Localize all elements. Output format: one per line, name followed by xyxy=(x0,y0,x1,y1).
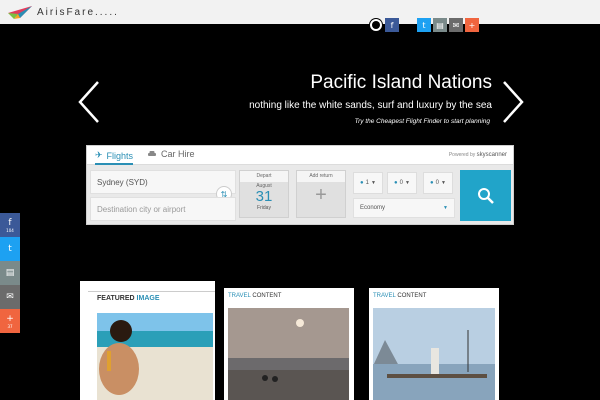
top-social-icons: f t ▤ ✉ + xyxy=(369,18,479,32)
facebook-share-count: 104 xyxy=(6,227,14,233)
origin-field[interactable]: Sydney (SYD) xyxy=(90,170,236,194)
depart-date-picker[interactable]: Depart August 31 Friday xyxy=(239,170,289,218)
adult-icon: ● xyxy=(360,180,364,186)
plus-icon: + xyxy=(315,184,327,206)
tab-flights[interactable]: ✈ Flights xyxy=(95,149,134,165)
tab-car-hire-label: Car Hire xyxy=(161,149,195,159)
add-return-button[interactable]: Add return + xyxy=(296,170,346,218)
adults-count: 1 xyxy=(365,180,369,186)
search-button[interactable] xyxy=(460,170,511,221)
facebook-icon[interactable]: f xyxy=(385,18,399,32)
cabin-class-select[interactable]: Economy ▼ xyxy=(353,198,455,218)
top-bar: AirisFare..... xyxy=(0,0,600,24)
depart-day: 31 xyxy=(255,188,273,205)
powered-by: Powered by skyscanner xyxy=(449,152,507,158)
chevron-down-icon: ▼ xyxy=(441,180,446,186)
image-label: IMAGE xyxy=(136,295,160,302)
travel-content-card-1[interactable]: TRAVEL CONTENT xyxy=(224,288,354,400)
featured-card-title: FEATURED IMAGE xyxy=(97,295,160,302)
plus-icon[interactable]: + xyxy=(465,18,479,32)
facebook-share-button[interactable]: f 104 xyxy=(0,213,20,237)
widget-tabs: ✈ Flights Car Hire Powered by skyscanner xyxy=(87,146,513,165)
travel-label: TRAVEL xyxy=(228,293,251,299)
email-share-button[interactable]: ✉ xyxy=(0,285,20,309)
travel-label: TRAVEL xyxy=(373,293,396,299)
github-icon[interactable] xyxy=(369,18,383,32)
destination-field[interactable]: Destination city or airport xyxy=(90,197,236,221)
slide-title: Pacific Island Nations xyxy=(310,72,492,93)
travel-card-1-title: TRAVEL CONTENT xyxy=(228,293,281,299)
add-return-label: Add return xyxy=(297,171,345,182)
infants-count: 0 xyxy=(435,180,439,186)
card-divider xyxy=(88,291,215,292)
skyscanner-brand: skyscanner xyxy=(476,152,507,158)
car-icon xyxy=(148,151,156,156)
print-icon[interactable]: ▤ xyxy=(433,18,447,32)
plus-icon: + xyxy=(6,313,14,324)
depart-weekday: Friday xyxy=(257,205,271,211)
children-count: 0 xyxy=(399,180,403,186)
adults-selector[interactable]: ● 1 ▼ xyxy=(353,172,383,194)
logo-text: AirisFare..... xyxy=(37,6,119,18)
twitter-icon[interactable]: t xyxy=(417,18,431,32)
powered-by-label: Powered by xyxy=(448,152,476,158)
email-icon[interactable]: ✉ xyxy=(449,18,463,32)
beach-photo xyxy=(97,313,213,400)
more-share-button[interactable]: + 37 xyxy=(0,309,20,333)
featured-image-card[interactable]: FEATURED IMAGE xyxy=(80,281,215,400)
tab-flights-label: Flights xyxy=(106,151,134,161)
spacer-icon xyxy=(401,18,415,32)
children-selector[interactable]: ● 0 ▼ xyxy=(387,172,417,194)
search-icon xyxy=(477,187,494,204)
depart-label: Depart xyxy=(240,171,288,182)
plane-icon: ✈ xyxy=(95,151,103,161)
slide-cta-text: Try the Cheapest Flight Finder to start … xyxy=(354,118,490,125)
flight-search-widget: ✈ Flights Car Hire Powered by skyscanner… xyxy=(86,145,514,225)
infants-selector[interactable]: ● 0 ▼ xyxy=(423,172,453,194)
infant-icon: ● xyxy=(430,180,434,186)
chevron-down-icon: ▼ xyxy=(371,180,376,186)
child-icon: ● xyxy=(394,180,398,186)
destination-placeholder: Destination city or airport xyxy=(97,204,186,214)
chevron-down-icon: ▼ xyxy=(443,205,448,211)
more-share-count: 37 xyxy=(7,323,13,329)
chevron-down-icon: ▼ xyxy=(405,180,410,186)
tab-car-hire[interactable]: Car Hire xyxy=(147,149,195,159)
content-label: CONTENT xyxy=(397,293,427,299)
slide-subtitle: nothing like the white sands, surf and l… xyxy=(249,100,492,111)
cabin-class-value: Economy xyxy=(360,205,386,211)
print-share-button[interactable]: ▤ xyxy=(0,261,20,285)
facebook-icon: f xyxy=(8,217,12,228)
featured-label: FEATURED xyxy=(97,295,135,302)
travel-content-card-2[interactable]: TRAVEL CONTENT xyxy=(369,288,499,400)
email-icon: ✉ xyxy=(6,292,14,302)
content-label: CONTENT xyxy=(252,293,282,299)
travel-card-2-title: TRAVEL CONTENT xyxy=(373,293,426,299)
print-icon: ▤ xyxy=(5,268,15,278)
side-share-bar: f 104 t ▤ ✉ + 37 xyxy=(0,213,20,333)
twitter-icon: t xyxy=(8,244,12,254)
twitter-share-button[interactable]: t xyxy=(0,237,20,261)
site-logo[interactable]: AirisFare..... xyxy=(6,3,119,21)
paper-plane-logo-icon xyxy=(8,6,32,19)
slider-prev-arrow-icon[interactable] xyxy=(76,80,102,124)
sunset-photo xyxy=(228,308,349,400)
slider-next-arrow-icon[interactable] xyxy=(500,80,526,124)
origin-value: Sydney (SYD) xyxy=(97,177,148,187)
lake-pier-photo xyxy=(373,308,495,400)
